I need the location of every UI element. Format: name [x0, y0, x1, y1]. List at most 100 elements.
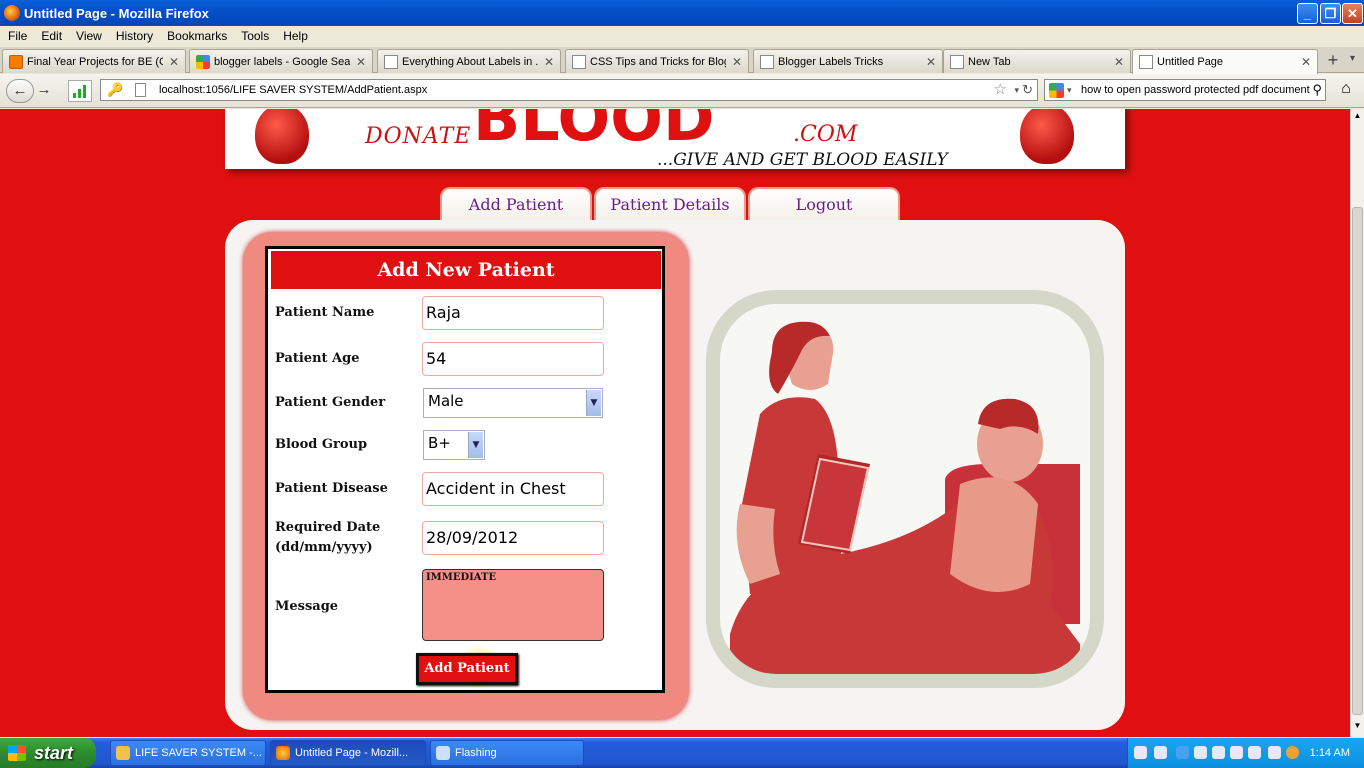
- page-icon: [760, 54, 774, 69]
- key-icon: 🔑: [107, 82, 124, 97]
- tab-close-icon[interactable]: ✕: [1114, 55, 1124, 69]
- taskbar-item[interactable]: LIFE SAVER SYSTEM -...: [110, 740, 266, 766]
- search-input[interactable]: ▾ how to open password protected pdf doc…: [1044, 79, 1326, 101]
- close-button[interactable]: ✕: [1342, 3, 1363, 24]
- blogger-icon: [9, 54, 23, 69]
- new-tab-icon[interactable]: +: [1322, 50, 1344, 70]
- reload-icon[interactable]: ↻: [1022, 80, 1033, 100]
- maximize-button[interactable]: ❐: [1320, 3, 1341, 24]
- blood-group-select[interactable]: B+ ▼: [423, 430, 485, 460]
- form-heading: Add New Patient: [271, 251, 661, 289]
- browser-tab[interactable]: blogger labels - Google Search ✕: [189, 49, 373, 73]
- browser-tab[interactable]: New Tab ✕: [943, 49, 1131, 73]
- tab-close-icon[interactable]: ✕: [926, 55, 936, 69]
- firefox-icon: [276, 746, 290, 760]
- banner-blood: BLOOD: [473, 109, 715, 155]
- vertical-scrollbar[interactable]: ▲ ▼: [1350, 109, 1364, 737]
- scroll-down-icon[interactable]: ▼: [1352, 721, 1363, 733]
- menu-help[interactable]: Help: [277, 29, 314, 43]
- nav-logout[interactable]: Logout: [748, 187, 900, 221]
- date-format-label: (dd/mm/yyyy): [275, 540, 373, 555]
- blood-group-value: B+: [428, 434, 451, 452]
- menu-view[interactable]: View: [70, 29, 108, 43]
- taskbar-item-label: Flashing: [455, 747, 497, 759]
- nav-add-patient[interactable]: Add Patient: [440, 187, 592, 221]
- tab-list-icon[interactable]: ▾: [1350, 53, 1355, 64]
- tab-close-icon[interactable]: ✕: [169, 55, 179, 69]
- window-title: Untitled Page - Mozilla Firefox: [24, 5, 209, 21]
- page-icon: [1139, 55, 1153, 69]
- browser-tab[interactable]: CSS Tips and Tricks for Blog... ✕: [565, 49, 749, 73]
- patient-name-input[interactable]: Raja: [422, 296, 604, 330]
- tray-icon[interactable]: [1248, 746, 1261, 759]
- taskbar-item-label: Untitled Page - Mozill...: [295, 747, 409, 759]
- arrow-icon[interactable]: [1176, 746, 1189, 759]
- banner-domain: .COM: [793, 122, 858, 147]
- forward-icon[interactable]: →: [34, 79, 54, 103]
- banner-tagline: ...GIVE AND GET BLOOD EASILY: [657, 150, 948, 169]
- patient-disease-input[interactable]: Accident in Chest: [422, 472, 604, 506]
- banner-donate: DONATE: [365, 124, 472, 149]
- tab-bar: Final Year Projects for BE (C... ✕ blogg…: [0, 47, 1364, 74]
- start-button[interactable]: start: [0, 738, 96, 768]
- patient-gender-select[interactable]: Male ▼: [423, 388, 603, 418]
- page-icon: [950, 54, 964, 69]
- help-icon[interactable]: [1134, 746, 1147, 759]
- tray-icon[interactable]: [1194, 746, 1207, 759]
- add-patient-form: Add New Patient Patient Name Raja Patien…: [265, 246, 665, 693]
- donate-blood-banner: DONATE BLOOD .COM ...GIVE AND GET BLOOD …: [225, 109, 1125, 169]
- scrollbar-thumb[interactable]: [1352, 207, 1363, 715]
- menu-history[interactable]: History: [110, 29, 159, 43]
- add-patient-button[interactable]: Add Patient: [416, 653, 518, 685]
- tab-close-icon[interactable]: ✕: [544, 55, 554, 69]
- chat-icon[interactable]: [1268, 746, 1281, 759]
- tab-close-icon[interactable]: ✕: [1301, 55, 1311, 69]
- page-content: DONATE BLOOD .COM ...GIVE AND GET BLOOD …: [0, 109, 1350, 737]
- address-bar[interactable]: 🔑 localhost:1056/LIFE SAVER SYSTEM/AddPa…: [100, 79, 1038, 101]
- dropdown-arrow-icon[interactable]: ▾: [1067, 80, 1072, 100]
- windows-taskbar: start LIFE SAVER SYSTEM -... Untitled Pa…: [0, 738, 1364, 768]
- tray-icon[interactable]: [1230, 746, 1243, 759]
- required-date-input[interactable]: 28/09/2012: [422, 521, 604, 555]
- browser-tab-active[interactable]: Untitled Page ✕: [1132, 49, 1318, 74]
- network-icon[interactable]: [1154, 746, 1167, 759]
- menu-tools[interactable]: Tools: [235, 29, 275, 43]
- signal-icon[interactable]: [68, 80, 92, 102]
- nav-patient-details[interactable]: Patient Details: [594, 187, 746, 221]
- browser-tab[interactable]: Blogger Labels Tricks ✕: [753, 49, 943, 73]
- tab-close-icon[interactable]: ✕: [732, 55, 742, 69]
- dropdown-arrow-icon[interactable]: ▾: [1014, 80, 1019, 100]
- page-icon: [384, 54, 398, 69]
- window-titlebar: Untitled Page - Mozilla Firefox _ ❐ ✕: [0, 0, 1364, 26]
- menu-bookmarks[interactable]: Bookmarks: [161, 29, 233, 43]
- menu-file[interactable]: File: [2, 29, 33, 43]
- required-date-label: Required Date: [275, 520, 381, 535]
- browser-tab[interactable]: Everything About Labels in ... ✕: [377, 49, 561, 73]
- home-icon[interactable]: ⌂: [1334, 80, 1358, 102]
- bookmark-star-icon[interactable]: ☆: [994, 80, 1007, 100]
- browser-tab[interactable]: Final Year Projects for BE (C... ✕: [2, 49, 186, 73]
- chevron-down-icon[interactable]: ▼: [586, 390, 601, 416]
- message-textarea[interactable]: IMMEDIATE: [422, 569, 604, 641]
- minimize-button[interactable]: _: [1297, 3, 1318, 24]
- clock: 1:14 AM: [1309, 747, 1350, 759]
- taskbar-item[interactable]: Flashing: [430, 740, 584, 766]
- menu-edit[interactable]: Edit: [35, 29, 68, 43]
- tab-close-icon[interactable]: ✕: [356, 55, 366, 69]
- patient-age-input[interactable]: 54: [422, 342, 604, 376]
- windows-logo-icon: [8, 745, 26, 761]
- taskbar-item-label: LIFE SAVER SYSTEM -...: [135, 747, 262, 759]
- tray-icon[interactable]: [1286, 746, 1299, 759]
- tray-icon[interactable]: [1212, 746, 1225, 759]
- start-label: start: [34, 743, 74, 763]
- back-icon[interactable]: ←: [6, 79, 34, 103]
- chevron-down-icon[interactable]: ▼: [468, 432, 483, 458]
- scroll-up-icon[interactable]: ▲: [1352, 111, 1363, 123]
- search-icon[interactable]: ⚲: [1312, 80, 1322, 100]
- google-icon: [196, 54, 210, 69]
- patient-gender-value: Male: [428, 392, 464, 410]
- patient-gender-label: Patient Gender: [275, 395, 386, 410]
- blood-drop-mascot: [255, 109, 309, 164]
- page-icon: [572, 54, 586, 69]
- taskbar-item-active[interactable]: Untitled Page - Mozill...: [270, 740, 426, 766]
